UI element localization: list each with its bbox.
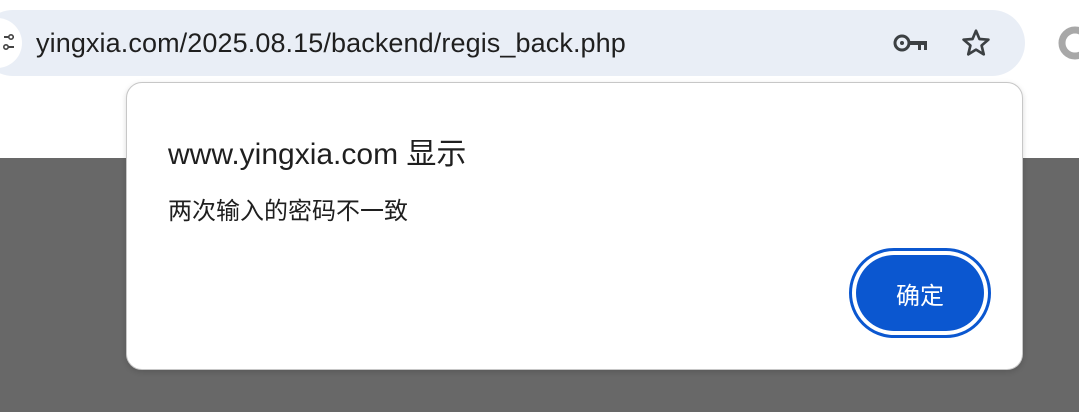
dialog-message: 两次输入的密码不一致: [168, 198, 408, 225]
ok-button[interactable]: 确定: [856, 255, 984, 331]
star-icon[interactable]: [958, 26, 994, 60]
extension-icon[interactable]: [1058, 26, 1079, 60]
key-icon[interactable]: [893, 26, 929, 60]
ok-button-focus-ring: 确定: [849, 248, 991, 338]
url-text[interactable]: yingxia.com/2025.08.15/backend/regis_bac…: [36, 23, 626, 63]
dialog-title: www.yingxia.com 显示: [168, 138, 467, 171]
alert-dialog: www.yingxia.com 显示 两次输入的密码不一致 确定: [126, 82, 1023, 370]
